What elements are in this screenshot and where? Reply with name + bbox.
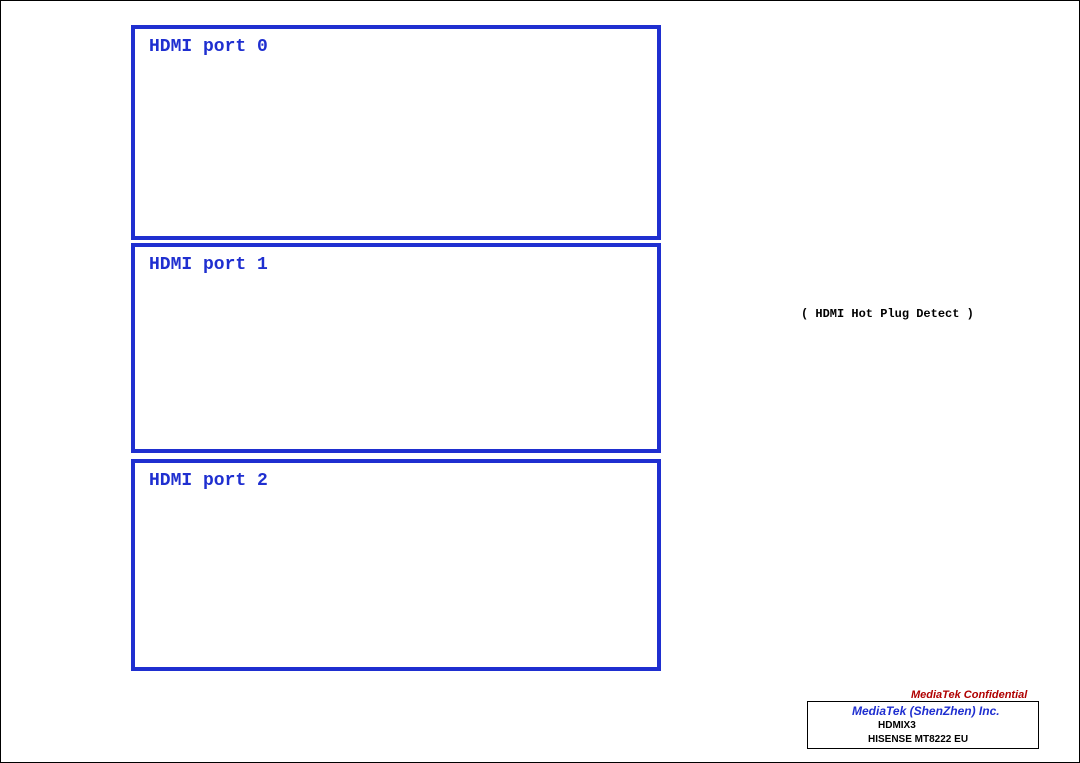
hdmi-port-2-panel: HDMI port 2: [131, 459, 661, 671]
title-block: MediaTek (ShenZhen) Inc. HDMIX3 HISENSE …: [807, 701, 1039, 749]
confidential-label: MediaTek Confidential: [911, 689, 1028, 701]
document-number: HISENSE MT8222 EU: [868, 734, 969, 745]
company-name: MediaTek (ShenZhen) Inc.: [852, 704, 1000, 718]
hdmi-port-1-title: HDMI port 1: [149, 255, 268, 275]
hdmi-port-2-title: HDMI port 2: [149, 471, 268, 491]
hdmi-port-0-panel: HDMI port 0: [131, 25, 661, 240]
hdmi-port-0-title: HDMI port 0: [149, 37, 268, 57]
schematic-sheet: HDMI port 0 HDMI port 1 HDMI port 2 ( HD…: [0, 0, 1080, 763]
hdmi-port-1-panel: HDMI port 1: [131, 243, 661, 453]
hotplug-label: ( HDMI Hot Plug Detect ): [801, 307, 974, 321]
sheet-title: HDMIX3: [878, 720, 916, 731]
